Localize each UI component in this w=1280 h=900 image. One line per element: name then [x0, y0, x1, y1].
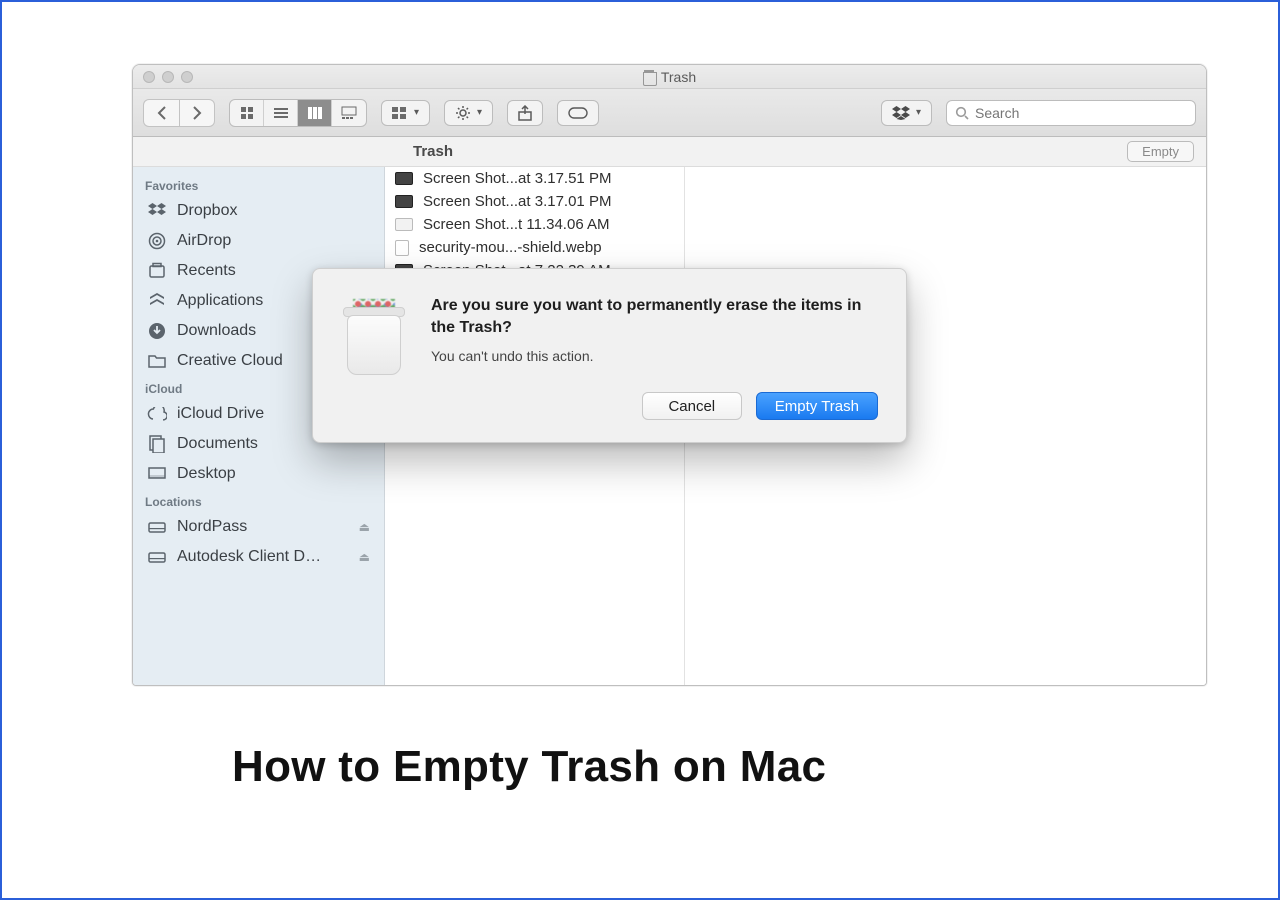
file-name: Screen Shot...at 3.17.01 PM [423, 193, 611, 210]
view-gallery-button[interactable] [332, 100, 366, 126]
file-thumbnail-icon [395, 218, 413, 231]
apps-icon [147, 291, 167, 311]
sidebar-item-label: Downloads [177, 322, 256, 340]
window-title: Trash [661, 69, 696, 85]
sidebar-heading: Locations [133, 489, 384, 512]
cloud-icon [147, 404, 167, 424]
eject-icon[interactable]: ⏏ [359, 550, 370, 564]
location-title: Trash [413, 143, 453, 160]
empty-trash-button[interactable]: Empty [1127, 141, 1194, 162]
sidebar-item[interactable]: Autodesk Client D… ⏏ [133, 542, 384, 572]
file-name: security-mou...-shield.webp [419, 239, 602, 256]
view-column-button[interactable] [298, 100, 332, 126]
sidebar-item-label: Dropbox [177, 202, 237, 220]
sidebar-item[interactable]: Desktop [133, 459, 384, 489]
view-mode-segment [229, 99, 367, 127]
dropbox-menu-button[interactable]: ▾ [881, 100, 932, 126]
sidebar-item-label: Applications [177, 292, 263, 310]
search-icon [955, 106, 969, 120]
search-field[interactable] [946, 100, 1196, 126]
sidebar-item-label: Documents [177, 435, 258, 453]
location-bar: Trash Empty [133, 137, 1206, 167]
file-thumbnail-icon [395, 172, 413, 185]
sidebar-heading: Favorites [133, 173, 384, 196]
share-button[interactable] [507, 100, 543, 126]
article-title: How to Empty Trash on Mac [232, 742, 826, 792]
cancel-button[interactable]: Cancel [642, 392, 742, 420]
gear-icon [455, 105, 471, 121]
tags-button[interactable] [557, 100, 599, 126]
nav-back-button[interactable] [143, 99, 179, 127]
file-row[interactable]: Screen Shot...t 11.34.06 AM [385, 213, 684, 236]
search-input[interactable] [975, 105, 1187, 121]
chevron-down-icon: ▾ [414, 107, 419, 118]
file-row[interactable]: security-mou...-shield.webp [385, 236, 684, 259]
action-menu-button[interactable]: ▾ [444, 100, 493, 126]
sidebar-item[interactable]: NordPass ⏏ [133, 512, 384, 542]
sidebar-item[interactable]: AirDrop [133, 226, 384, 256]
arrange-menu-button[interactable]: ▾ [381, 100, 430, 126]
window-titlebar: Trash [133, 65, 1206, 89]
folder-icon [147, 351, 167, 371]
finder-toolbar: ▾ ▾ ▾ [133, 89, 1206, 137]
sidebar-item-label: NordPass [177, 518, 247, 536]
trash-full-icon [339, 299, 409, 379]
nav-forward-button[interactable] [179, 99, 215, 127]
sidebar-item-label: Autodesk Client D… [177, 548, 321, 566]
dialog-title: Are you sure you want to permanently era… [431, 295, 878, 338]
desktop-icon [147, 464, 167, 484]
disk-icon [147, 517, 167, 537]
docs-icon [147, 434, 167, 454]
view-list-button[interactable] [264, 100, 298, 126]
file-thumbnail-icon [395, 240, 409, 256]
trash-icon [643, 70, 655, 84]
eject-icon[interactable]: ⏏ [359, 520, 370, 534]
sidebar-item-label: Desktop [177, 465, 236, 483]
sidebar-item-label: Recents [177, 262, 236, 280]
file-thumbnail-icon [395, 195, 413, 208]
sidebar-item-label: iCloud Drive [177, 405, 264, 423]
file-row[interactable]: Screen Shot...at 3.17.51 PM [385, 167, 684, 190]
chevron-down-icon: ▾ [916, 107, 921, 118]
dropbox-icon [892, 106, 910, 120]
empty-trash-dialog: Are you sure you want to permanently era… [312, 268, 907, 443]
downloads-icon [147, 321, 167, 341]
view-icon-button[interactable] [230, 100, 264, 126]
file-name: Screen Shot...t 11.34.06 AM [423, 216, 610, 233]
sidebar-item[interactable]: Dropbox [133, 196, 384, 226]
chevron-down-icon: ▾ [477, 107, 482, 118]
airdrop-icon [147, 231, 167, 251]
disk-icon [147, 547, 167, 567]
dropbox-icon [147, 201, 167, 221]
file-row[interactable]: Screen Shot...at 3.17.01 PM [385, 190, 684, 213]
recents-icon [147, 261, 167, 281]
sidebar-item-label: AirDrop [177, 232, 231, 250]
sidebar-item-label: Creative Cloud [177, 352, 283, 370]
dialog-subtitle: You can't undo this action. [431, 348, 878, 364]
confirm-empty-trash-button[interactable]: Empty Trash [756, 392, 878, 420]
file-name: Screen Shot...at 3.17.51 PM [423, 170, 611, 187]
